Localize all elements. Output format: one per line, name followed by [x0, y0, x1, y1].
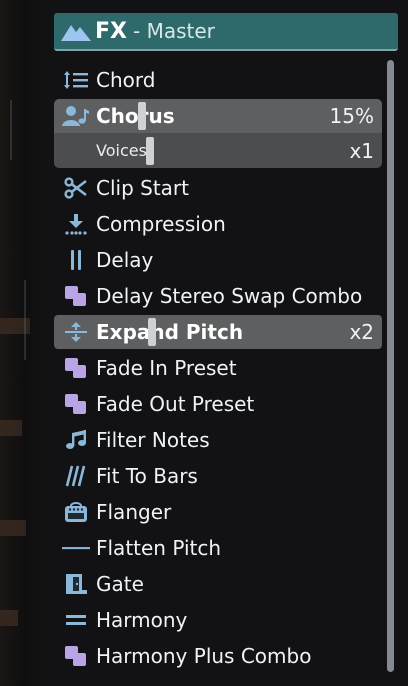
- user-music-icon: [62, 105, 90, 127]
- fx-item-label: Delay: [96, 248, 154, 272]
- bg-line: [24, 280, 26, 360]
- drag-handle[interactable]: [148, 318, 156, 346]
- pause-bars-icon: [62, 249, 90, 271]
- fx-item-fit-to-bars[interactable]: Fit To Bars: [54, 458, 382, 494]
- drag-handle[interactable]: [138, 102, 146, 130]
- line-height-icon: [62, 69, 90, 91]
- fx-item-clip-start[interactable]: Clip Start: [54, 170, 382, 206]
- header-subtitle: - Master: [133, 19, 215, 43]
- flat-line-icon: [62, 537, 90, 559]
- fx-item-expand-pitch[interactable]: Expand Pitch x2: [54, 315, 382, 349]
- fx-item-chorus-group: Chorus 15% Voices x1: [54, 99, 382, 168]
- mountain-icon: [61, 25, 91, 41]
- fx-item-label: Flanger: [96, 500, 172, 524]
- fx-item-label: Harmony: [96, 608, 188, 632]
- fx-item-label: Fade Out Preset: [96, 392, 255, 416]
- fx-item-fade-out-preset[interactable]: Fade Out Preset: [54, 386, 382, 422]
- slash-bars-icon: [62, 465, 90, 487]
- fx-item-label: Fit To Bars: [96, 464, 198, 488]
- fx-subitem-voices[interactable]: Voices x1: [54, 133, 382, 168]
- amp-icon: [62, 501, 90, 523]
- drag-handle[interactable]: [146, 137, 154, 165]
- combo-squares-icon: [62, 393, 90, 415]
- fx-item-label: Harmony Plus Combo: [96, 644, 312, 668]
- fx-item-label: Gate: [96, 572, 144, 596]
- combo-squares-icon: [62, 645, 90, 667]
- scrollbar[interactable]: [387, 60, 394, 672]
- scissors-icon: [62, 177, 90, 199]
- fx-item-harmony-plus-combo[interactable]: Harmony Plus Combo: [54, 638, 382, 674]
- fx-item-gate[interactable]: Gate: [54, 566, 382, 602]
- fx-item-harmony[interactable]: Harmony: [54, 602, 382, 638]
- compress-download-icon: [62, 213, 90, 235]
- fx-item-flatten-pitch[interactable]: Flatten Pitch: [54, 530, 382, 566]
- fx-item-label: Filter Notes: [96, 428, 210, 452]
- fx-item-label: Chord: [96, 68, 156, 92]
- header-title: FX: [95, 18, 127, 44]
- fx-item-flanger[interactable]: Flanger: [54, 494, 382, 530]
- equals-icon: [62, 609, 90, 631]
- fx-item-label: Clip Start: [96, 176, 189, 200]
- fx-item-delay-stereo-swap-combo[interactable]: Delay Stereo Swap Combo: [54, 278, 382, 314]
- fx-item-value: x2: [349, 320, 374, 344]
- fx-item-chorus[interactable]: Chorus 15%: [54, 99, 382, 133]
- bg-block: [0, 610, 18, 626]
- bg-line: [10, 100, 12, 160]
- door-icon: [62, 573, 90, 595]
- fx-item-label: Chorus: [96, 104, 175, 128]
- music-note-icon: [62, 429, 90, 451]
- combo-squares-icon: [62, 357, 90, 379]
- combo-squares-icon: [62, 285, 90, 307]
- fx-item-label: Fade In Preset: [96, 356, 237, 380]
- fx-item-label: Compression: [96, 212, 226, 236]
- fx-item-compression[interactable]: Compression: [54, 206, 382, 242]
- fx-subitem-label: Voices: [96, 141, 147, 160]
- fx-item-delay[interactable]: Delay: [54, 242, 382, 278]
- fx-item-filter-notes[interactable]: Filter Notes: [54, 422, 382, 458]
- fx-item-chord[interactable]: Chord: [54, 62, 382, 98]
- fx-item-value: 15%: [329, 104, 374, 128]
- fx-item-label: Flatten Pitch: [96, 536, 222, 560]
- fx-item-label: Delay Stereo Swap Combo: [96, 284, 363, 308]
- expand-arrows-icon: [62, 321, 90, 343]
- bg-block: [0, 520, 26, 536]
- fx-subitem-value: x1: [349, 138, 374, 163]
- bg-block: [0, 420, 22, 436]
- panel-header: FX - Master: [54, 13, 398, 51]
- fx-item-fade-in-preset[interactable]: Fade In Preset: [54, 350, 382, 386]
- background-strip: [0, 0, 44, 686]
- fx-item-label: Expand Pitch: [96, 320, 244, 344]
